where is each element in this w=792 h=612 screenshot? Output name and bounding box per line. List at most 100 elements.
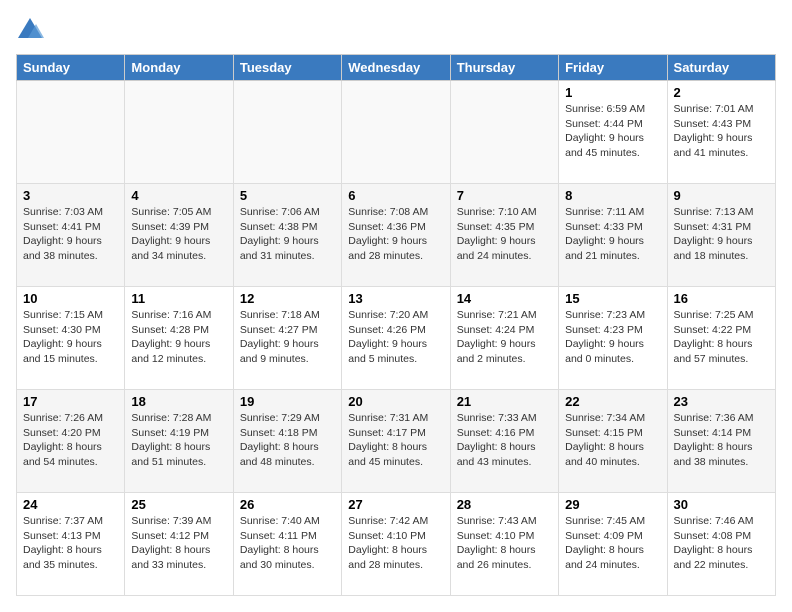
day-info: Sunrise: 7:05 AM Sunset: 4:39 PM Dayligh…: [131, 205, 226, 264]
day-info: Sunrise: 7:10 AM Sunset: 4:35 PM Dayligh…: [457, 205, 552, 264]
day-cell: 5Sunrise: 7:06 AM Sunset: 4:38 PM Daylig…: [233, 184, 341, 287]
day-number: 1: [565, 85, 660, 100]
day-cell: 8 Sunrise: 7:11 AM Sunset: 4:33 PM Daylig…: [559, 184, 667, 287]
day-info: Sunrise: 7:28 AM Sunset: 4:19 PM Dayligh…: [131, 411, 226, 470]
day-number: 10: [23, 291, 118, 306]
header-thursday: Thursday: [450, 55, 558, 81]
day-cell: 9Sunrise: 7:13 AM Sunset: 4:31 PM Daylig…: [667, 184, 775, 287]
header-monday: Monday: [125, 55, 233, 81]
day-info: Sunrise: 7:46 AM Sunset: 4:08 PM Dayligh…: [674, 514, 769, 573]
day-cell: 18 Sunrise: 7:28 AM Sunset: 4:19 PM Dayli…: [125, 390, 233, 493]
day-info: Sunrise: 7:45 AM Sunset: 4:09 PM Dayligh…: [565, 514, 660, 573]
header-sunday: Sunday: [17, 55, 125, 81]
day-info: Sunrise: 7:18 AM Sunset: 4:27 PM Dayligh…: [240, 308, 335, 367]
day-number: 20: [348, 394, 443, 409]
day-number: 2: [674, 85, 769, 100]
day-cell: 6Sunrise: 7:08 AM Sunset: 4:36 PM Daylig…: [342, 184, 450, 287]
day-info: Sunrise: 7:03 AM Sunset: 4:41 PM Dayligh…: [23, 205, 118, 264]
day-info: Sunrise: 7:21 AM Sunset: 4:24 PM Dayligh…: [457, 308, 552, 367]
day-info: Sunrise: 7:34 AM Sunset: 4:15 PM Dayligh…: [565, 411, 660, 470]
day-info: Sunrise: 7:20 AM Sunset: 4:26 PM Dayligh…: [348, 308, 443, 367]
day-number: 30: [674, 497, 769, 512]
day-info: Sunrise: 7:01 AM Sunset: 4:43 PM Dayligh…: [674, 102, 769, 161]
day-cell: [125, 81, 233, 184]
day-number: 3: [23, 188, 118, 203]
day-cell: 21 Sunrise: 7:33 AM Sunset: 4:16 PM Dayli…: [450, 390, 558, 493]
day-cell: 3 Sunrise: 7:03 AM Sunset: 4:41 PM Daylig…: [17, 184, 125, 287]
day-number: 11: [131, 291, 226, 306]
day-number: 25: [131, 497, 226, 512]
week-row-4: 24 Sunrise: 7:37 AM Sunset: 4:13 PM Dayli…: [17, 493, 776, 596]
day-info: Sunrise: 7:31 AM Sunset: 4:17 PM Dayligh…: [348, 411, 443, 470]
day-info: Sunrise: 7:29 AM Sunset: 4:18 PM Dayligh…: [240, 411, 335, 470]
day-cell: 30 Sunrise: 7:46 AM Sunset: 4:08 PM Dayli…: [667, 493, 775, 596]
day-cell: 7 Sunrise: 7:10 AM Sunset: 4:35 PM Daylig…: [450, 184, 558, 287]
day-cell: 14 Sunrise: 7:21 AM Sunset: 4:24 PM Dayli…: [450, 287, 558, 390]
day-cell: 11 Sunrise: 7:16 AM Sunset: 4:28 PM Dayli…: [125, 287, 233, 390]
day-cell: 28 Sunrise: 7:43 AM Sunset: 4:10 PM Dayli…: [450, 493, 558, 596]
day-cell: [450, 81, 558, 184]
day-info: Sunrise: 7:15 AM Sunset: 4:30 PM Dayligh…: [23, 308, 118, 367]
day-cell: 16 Sunrise: 7:25 AM Sunset: 4:22 PM Dayli…: [667, 287, 775, 390]
day-cell: 29 Sunrise: 7:45 AM Sunset: 4:09 PM Dayli…: [559, 493, 667, 596]
header: [16, 16, 776, 44]
day-info: Sunrise: 7:43 AM Sunset: 4:10 PM Dayligh…: [457, 514, 552, 573]
day-info: Sunrise: 7:16 AM Sunset: 4:28 PM Dayligh…: [131, 308, 226, 367]
day-number: 6: [348, 188, 443, 203]
day-info: Sunrise: 6:59 AM Sunset: 4:44 PM Dayligh…: [565, 102, 660, 161]
day-number: 12: [240, 291, 335, 306]
day-number: 15: [565, 291, 660, 306]
day-info: Sunrise: 7:37 AM Sunset: 4:13 PM Dayligh…: [23, 514, 118, 573]
day-cell: [17, 81, 125, 184]
day-cell: 25 Sunrise: 7:39 AM Sunset: 4:12 PM Dayli…: [125, 493, 233, 596]
day-cell: 2 Sunrise: 7:01 AM Sunset: 4:43 PM Daylig…: [667, 81, 775, 184]
header-wednesday: Wednesday: [342, 55, 450, 81]
day-number: 7: [457, 188, 552, 203]
week-row-3: 17 Sunrise: 7:26 AM Sunset: 4:20 PM Dayli…: [17, 390, 776, 493]
day-cell: 12 Sunrise: 7:18 AM Sunset: 4:27 PM Dayli…: [233, 287, 341, 390]
day-cell: 13 Sunrise: 7:20 AM Sunset: 4:26 PM Dayli…: [342, 287, 450, 390]
day-number: 16: [674, 291, 769, 306]
day-number: 21: [457, 394, 552, 409]
day-cell: 26Sunrise: 7:40 AM Sunset: 4:11 PM Dayli…: [233, 493, 341, 596]
day-info: Sunrise: 7:11 AM Sunset: 4:33 PM Dayligh…: [565, 205, 660, 264]
day-cell: 22 Sunrise: 7:34 AM Sunset: 4:15 PM Dayli…: [559, 390, 667, 493]
day-cell: 19 Sunrise: 7:29 AM Sunset: 4:18 PM Dayli…: [233, 390, 341, 493]
day-cell: 24 Sunrise: 7:37 AM Sunset: 4:13 PM Dayli…: [17, 493, 125, 596]
day-info: Sunrise: 7:36 AM Sunset: 4:14 PM Dayligh…: [674, 411, 769, 470]
day-number: 13: [348, 291, 443, 306]
day-info: Sunrise: 7:39 AM Sunset: 4:12 PM Dayligh…: [131, 514, 226, 573]
day-number: 23: [674, 394, 769, 409]
day-number: 8: [565, 188, 660, 203]
day-cell: 15 Sunrise: 7:23 AM Sunset: 4:23 PM Dayli…: [559, 287, 667, 390]
day-cell: 17 Sunrise: 7:26 AM Sunset: 4:20 PM Dayli…: [17, 390, 125, 493]
day-number: 14: [457, 291, 552, 306]
header-friday: Friday: [559, 55, 667, 81]
day-info: Sunrise: 7:42 AM Sunset: 4:10 PM Dayligh…: [348, 514, 443, 573]
day-number: 22: [565, 394, 660, 409]
day-number: 18: [131, 394, 226, 409]
calendar-header-row: SundayMondayTuesdayWednesdayThursdayFrid…: [17, 55, 776, 81]
calendar: SundayMondayTuesdayWednesdayThursdayFrid…: [16, 54, 776, 596]
day-number: 27: [348, 497, 443, 512]
day-cell: 20 Sunrise: 7:31 AM Sunset: 4:17 PM Dayli…: [342, 390, 450, 493]
day-info: Sunrise: 7:25 AM Sunset: 4:22 PM Dayligh…: [674, 308, 769, 367]
day-number: 26: [240, 497, 335, 512]
day-number: 17: [23, 394, 118, 409]
day-info: Sunrise: 7:13 AM Sunset: 4:31 PM Dayligh…: [674, 205, 769, 264]
week-row-2: 10 Sunrise: 7:15 AM Sunset: 4:30 PM Dayli…: [17, 287, 776, 390]
day-info: Sunrise: 7:26 AM Sunset: 4:20 PM Dayligh…: [23, 411, 118, 470]
day-number: 4: [131, 188, 226, 203]
day-info: Sunrise: 7:33 AM Sunset: 4:16 PM Dayligh…: [457, 411, 552, 470]
header-saturday: Saturday: [667, 55, 775, 81]
day-cell: [233, 81, 341, 184]
week-row-1: 3 Sunrise: 7:03 AM Sunset: 4:41 PM Daylig…: [17, 184, 776, 287]
day-info: Sunrise: 7:23 AM Sunset: 4:23 PM Dayligh…: [565, 308, 660, 367]
day-number: 28: [457, 497, 552, 512]
day-info: Sunrise: 7:06 AM Sunset: 4:38 PM Dayligh…: [240, 205, 335, 264]
day-number: 29: [565, 497, 660, 512]
page: SundayMondayTuesdayWednesdayThursdayFrid…: [0, 0, 792, 612]
day-number: 19: [240, 394, 335, 409]
day-number: 24: [23, 497, 118, 512]
day-cell: 4 Sunrise: 7:05 AM Sunset: 4:39 PM Daylig…: [125, 184, 233, 287]
